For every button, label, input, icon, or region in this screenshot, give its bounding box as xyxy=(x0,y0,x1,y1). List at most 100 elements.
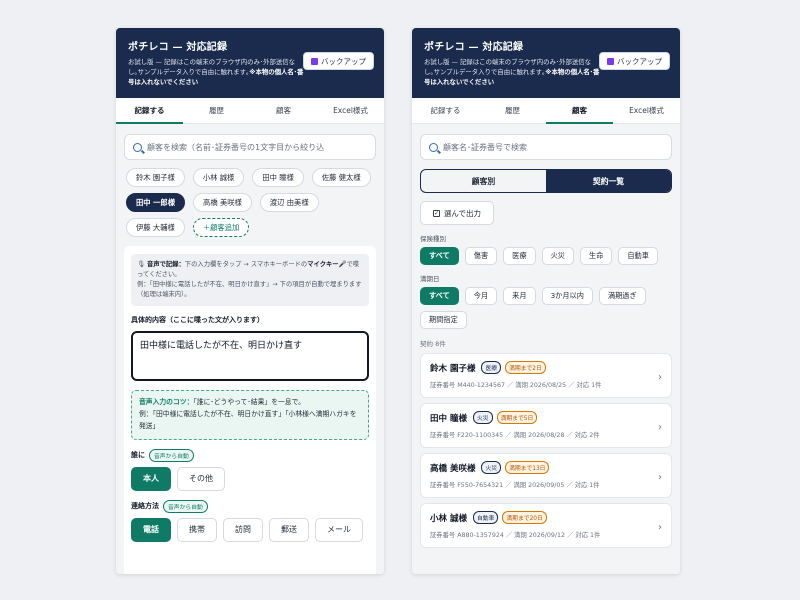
customer-chip[interactable]: 小林 誠様 xyxy=(192,168,245,187)
who-label: 誰に xyxy=(131,451,145,460)
contract-card[interactable]: 鈴木 園子様 医療 満期まで2日 証券番号 M440-1234567 ／ 満期 20… xyxy=(420,353,672,398)
search-icon xyxy=(133,142,142,152)
tab-history[interactable]: 履歴 xyxy=(479,98,546,123)
chevron-right-icon: › xyxy=(658,472,662,483)
customer-chip[interactable]: 田中 瞳様 xyxy=(252,168,304,187)
filter-life[interactable]: 生命 xyxy=(579,247,613,265)
filter-medical[interactable]: 医療 xyxy=(503,247,536,265)
separator: ／ xyxy=(505,432,512,439)
tab-record[interactable]: 記録する xyxy=(116,98,183,124)
contract-count: 契約 8件 xyxy=(420,340,446,348)
insurance-type-label: 保険種別 xyxy=(420,235,446,243)
customer-chip[interactable]: 渡辺 由美様 xyxy=(259,193,319,212)
view-toggle: 顧客別 契約一覧 xyxy=(420,169,672,193)
tab-bar: 記録する 履歴 顧客 Excel様式 xyxy=(412,98,680,124)
method-option-email[interactable]: メール xyxy=(315,517,363,542)
filter-all[interactable]: すべて xyxy=(420,247,459,265)
customer-chip[interactable]: 伊藤 大輔様 xyxy=(126,218,185,237)
separator: ／ xyxy=(567,532,574,539)
segment-by-customer[interactable]: 顧客別 xyxy=(421,170,546,192)
select-export-button[interactable]: ✓ 選んで出力 xyxy=(420,201,494,225)
expiry-custom-range[interactable]: 期間指定 xyxy=(420,311,467,329)
filter-auto[interactable]: 自動車 xyxy=(618,247,658,265)
expiry-label: 満期日 xyxy=(420,275,440,283)
contract-name: 鈴木 園子様 xyxy=(430,363,476,374)
app-subtitle: お試し版 — 記録はこの端末のブラウザ内のみ･外部送信なし｡サンプルデータ入りで… xyxy=(424,58,600,88)
customer-chip-selected[interactable]: 田中 一郎様 xyxy=(126,193,186,212)
voice-instruction-line: 🎙 音声で記録：下の入力欄をタップ → スマホキーボードのマイクキー🎤で喋ってく… xyxy=(137,260,363,280)
contract-name: 田中 瞳様 xyxy=(430,413,467,424)
method-label-row: 連絡方法 音声から自動 xyxy=(131,499,369,513)
tip-line: 音声入力のコツ：「誰に･どうやって･結果」を一息で。 xyxy=(139,397,361,409)
who-option-self[interactable]: 本人 xyxy=(131,466,171,491)
customer-search-input[interactable]: 顧客名･証券番号で検索 xyxy=(420,134,672,160)
separator: ／ xyxy=(566,432,573,439)
type-badge: 医療 xyxy=(481,361,502,374)
tab-excel[interactable]: Excel様式 xyxy=(317,98,384,123)
filter-fire[interactable]: 火災 xyxy=(541,247,574,265)
contract-header: 鈴木 園子様 医療 満期まで2日 xyxy=(430,361,662,374)
voice-example: 例：「田中様に電話したが不在、明日かけ直す」→ 下の項目が自動で埋まります（処理… xyxy=(137,281,362,299)
customers-screen: ポチレコ — 対応記録 お試し版 — 記録はこの端末のブラウザ内のみ･外部送信な… xyxy=(412,28,680,574)
segment-contract-list[interactable]: 契約一覧 xyxy=(546,170,671,192)
expiry-all[interactable]: すべて xyxy=(420,287,459,305)
chevron-right-icon: › xyxy=(658,522,662,533)
method-label: 連絡方法 xyxy=(131,502,159,511)
tab-customers[interactable]: 顧客 xyxy=(546,98,613,124)
contract-name: 小林 誠様 xyxy=(430,513,467,524)
who-option-other[interactable]: その他 xyxy=(177,466,225,491)
tip-text: 「誰に･どうやって･結果」を一息で。 xyxy=(193,398,305,407)
chevron-right-icon: › xyxy=(658,422,662,433)
export-label: 選んで出力 xyxy=(443,208,482,218)
record-screen: ポチレコ — 対応記録 お試し版 — 記録はこの端末のブラウザ内のみ･外部送信な… xyxy=(116,28,384,574)
backup-label: バックアップ xyxy=(321,56,366,66)
contract-card[interactable]: 田中 瞳様 火災 満期まで5日 証券番号 F220-1100345 ／ 満期 202… xyxy=(420,403,672,448)
contract-card[interactable]: 高橋 美咲様 火災 満期まで13日 証券番号 F550-7654321 ／ 満期 2… xyxy=(420,453,672,498)
content-textarea[interactable]: 田中様に電話したが不在、明日かけ直す xyxy=(131,331,369,382)
customer-chip[interactable]: 鈴木 園子様 xyxy=(126,168,185,187)
expiry-date: 満期 2026/08/25 xyxy=(515,382,567,389)
customer-search-input[interactable]: 顧客を検索（名前･証券番号の1文字目から絞り込 xyxy=(124,134,376,160)
voice-heading: 音声で記録： xyxy=(147,261,185,268)
auto-badge: 音声から自動 xyxy=(163,499,208,513)
search-placeholder: 顧客を検索（名前･証券番号の1文字目から絞り込 xyxy=(147,142,325,152)
contract-name: 高橋 美咲様 xyxy=(430,463,476,474)
app-subtitle: お試し版 — 記録はこの端末のブラウザ内のみ･外部送信なし｡サンプルデータ入りで… xyxy=(128,58,304,88)
customer-chip[interactable]: 高橋 美咲様 xyxy=(193,193,252,212)
app-title: ポチレコ — 対応記録 xyxy=(128,42,228,53)
expiry-overdue[interactable]: 満期過ぎ xyxy=(598,287,646,305)
filter-injury[interactable]: 傷害 xyxy=(464,247,498,265)
expiry-3-months[interactable]: 3か月以内 xyxy=(541,287,593,305)
add-customer-button[interactable]: ＋顧客追加 xyxy=(192,218,250,237)
tab-record[interactable]: 記録する xyxy=(412,98,479,123)
backup-button[interactable]: バックアップ xyxy=(599,52,670,70)
mic-key-label: マイクキー🎤 xyxy=(307,261,347,268)
expiry-next-month[interactable]: 来月 xyxy=(503,287,536,305)
microphone-icon: 🎙 xyxy=(137,261,145,268)
separator: ／ xyxy=(505,482,512,489)
action-count: 対応 2件 xyxy=(574,432,600,439)
method-option-mobile[interactable]: 携帯 xyxy=(177,517,217,542)
contract-meta: 証券番号 F220-1100345 ／ 満期 2026/08/28 ／ 対応 2… xyxy=(430,430,662,439)
voice-text: 下の入力欄をタップ → スマホキーボードの xyxy=(184,261,308,268)
method-option-visit[interactable]: 訪問 xyxy=(223,517,263,542)
app-header: ポチレコ — 対応記録 お試し版 — 記録はこの端末のブラウザ内のみ･外部送信な… xyxy=(116,28,384,98)
tip-heading: 音声入力のコツ： xyxy=(139,398,194,407)
action-count: 対応 1件 xyxy=(576,382,602,389)
tab-customers[interactable]: 顧客 xyxy=(250,98,317,123)
tab-excel[interactable]: Excel様式 xyxy=(613,98,680,123)
contract-meta: 証券番号 F550-7654321 ／ 満期 2026/09/05 ／ 対応 1… xyxy=(430,480,662,489)
contract-card[interactable]: 小林 誠様 自動車 満期まで20日 証券番号 A880-1357924 ／ 満期 2… xyxy=(420,503,672,548)
search-icon xyxy=(429,142,438,152)
who-options: 本人 その他 xyxy=(131,466,369,491)
expiry-this-month[interactable]: 今月 xyxy=(464,287,498,305)
tab-history[interactable]: 履歴 xyxy=(183,98,250,123)
due-badge: 満期まで5日 xyxy=(496,411,538,424)
separator: ／ xyxy=(505,532,513,539)
method-option-mail[interactable]: 郵送 xyxy=(269,517,309,542)
chevron-right-icon: › xyxy=(658,372,662,383)
backup-button[interactable]: バックアップ xyxy=(303,52,374,70)
customer-chip[interactable]: 佐藤 健太様 xyxy=(311,168,371,187)
tab-bar: 記録する 履歴 顧客 Excel様式 xyxy=(116,98,384,124)
method-option-phone[interactable]: 電話 xyxy=(131,517,171,542)
